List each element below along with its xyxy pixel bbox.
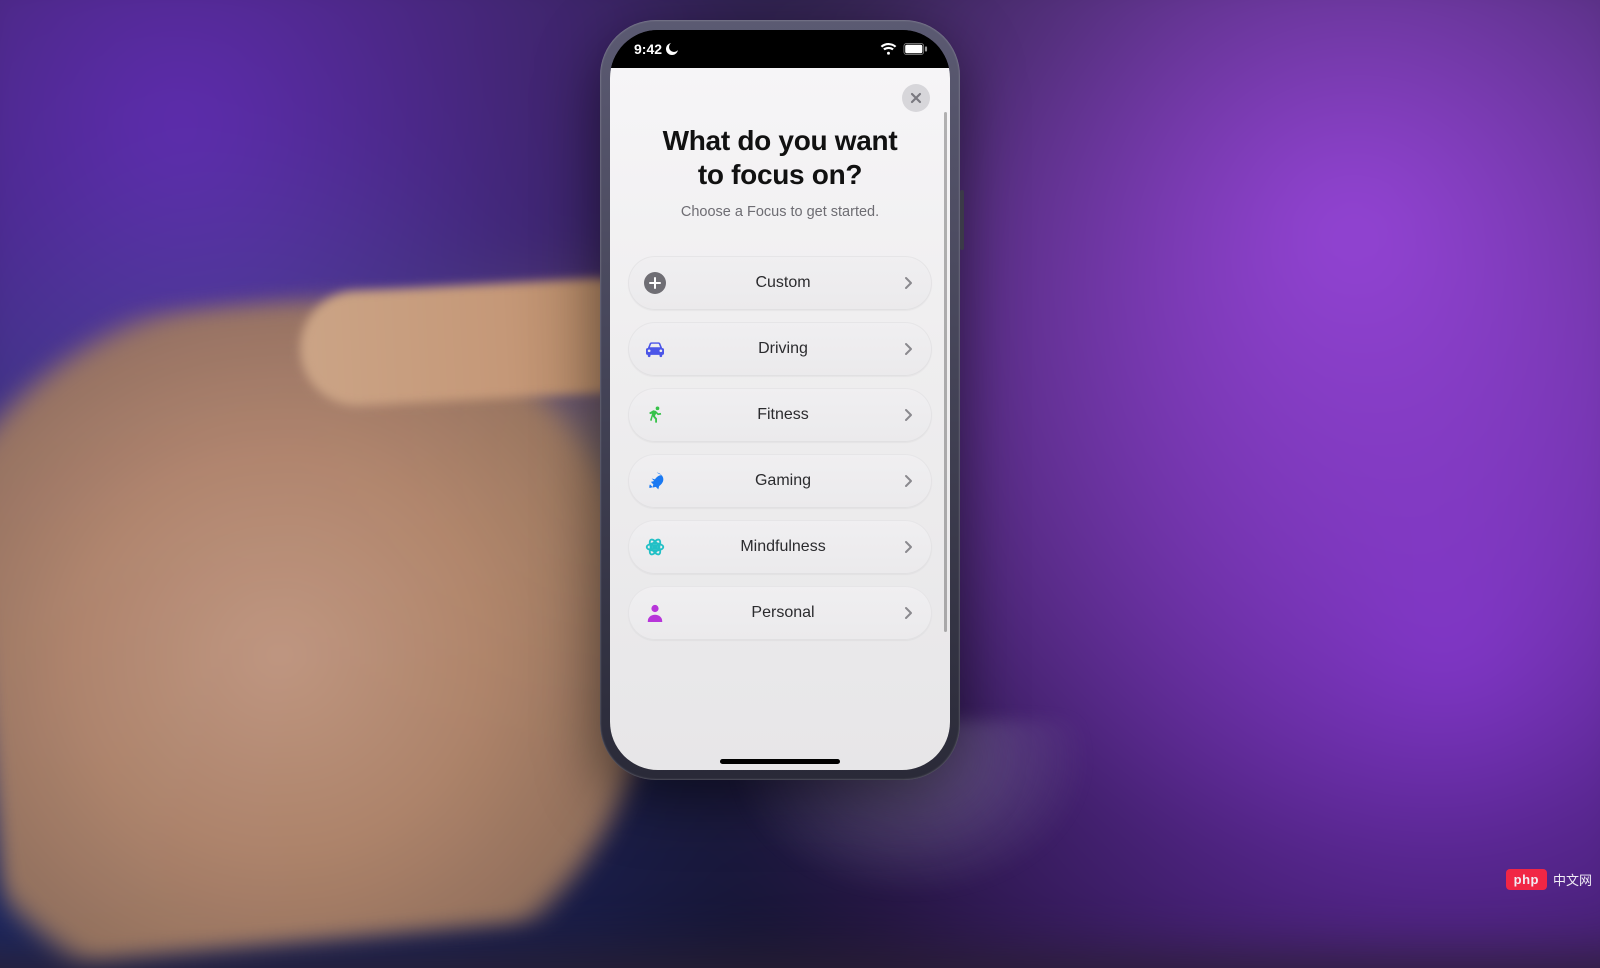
focus-option-gaming[interactable]: Gaming bbox=[628, 454, 932, 508]
battery-icon bbox=[903, 43, 928, 55]
focus-option-label: Personal bbox=[668, 604, 898, 622]
home-indicator[interactable] bbox=[720, 759, 840, 764]
focus-option-label: Mindfulness bbox=[668, 538, 898, 556]
wifi-icon bbox=[880, 43, 897, 55]
focus-option-label: Fitness bbox=[668, 406, 898, 424]
sheet-title-line2: to focus on? bbox=[632, 158, 928, 192]
rocket-icon bbox=[642, 468, 668, 494]
sheet-title-line1: What do you want bbox=[632, 124, 928, 158]
plus-icon bbox=[642, 270, 668, 296]
watermark-text: 中文网 bbox=[1553, 870, 1592, 889]
phone-screen: 9:42 bbox=[610, 30, 950, 770]
focus-option-mindfulness[interactable]: Mindfulness bbox=[628, 520, 932, 574]
notch bbox=[698, 30, 863, 60]
focus-option-fitness[interactable]: Fitness bbox=[628, 388, 932, 442]
chevron-right-icon bbox=[898, 342, 918, 356]
watermark: php 中文网 bbox=[1506, 864, 1592, 894]
chevron-right-icon bbox=[898, 540, 918, 554]
focus-option-label: Custom bbox=[668, 274, 898, 292]
focus-option-label: Driving bbox=[668, 340, 898, 358]
chevron-right-icon bbox=[898, 276, 918, 290]
chevron-right-icon bbox=[898, 606, 918, 620]
person-icon bbox=[642, 600, 668, 626]
phone-frame: 9:42 bbox=[600, 20, 960, 780]
sheet-title: What do you want to focus on? bbox=[626, 118, 934, 192]
mindfulness-icon bbox=[642, 534, 668, 560]
focus-option-personal[interactable]: Personal bbox=[628, 586, 932, 640]
status-time: 9:42 bbox=[634, 41, 662, 57]
watermark-badge: php bbox=[1506, 869, 1547, 890]
focus-setup-sheet: What do you want to focus on? Choose a F… bbox=[610, 68, 950, 770]
focus-option-custom[interactable]: Custom bbox=[628, 256, 932, 310]
chevron-right-icon bbox=[898, 408, 918, 422]
sheet-subtitle: Choose a Focus to get started. bbox=[626, 204, 934, 220]
moon-icon bbox=[666, 43, 678, 55]
focus-option-driving[interactable]: Driving bbox=[628, 322, 932, 376]
close-button[interactable] bbox=[902, 84, 930, 112]
run-icon bbox=[642, 402, 668, 428]
car-icon bbox=[642, 336, 668, 362]
scrollbar[interactable] bbox=[944, 112, 947, 632]
focus-option-list: Custom Driving bbox=[626, 256, 934, 640]
chevron-right-icon bbox=[898, 474, 918, 488]
focus-option-label: Gaming bbox=[668, 472, 898, 490]
close-icon bbox=[910, 92, 922, 104]
